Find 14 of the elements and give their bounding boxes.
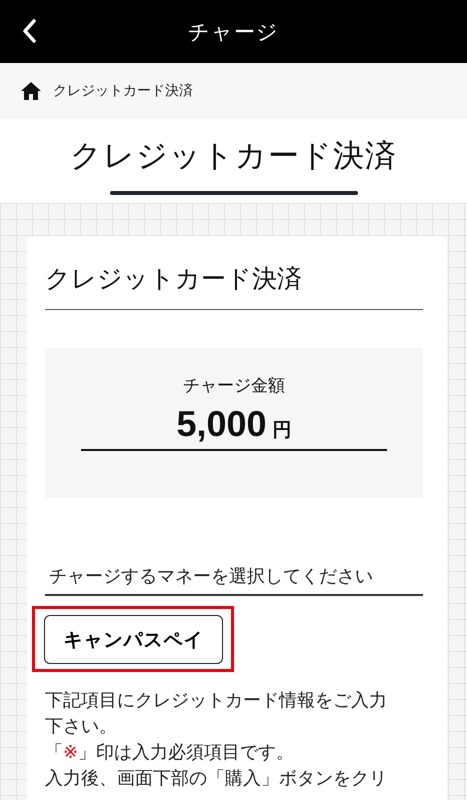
card-title: クレジットカード決済	[45, 258, 423, 310]
home-icon	[21, 82, 41, 100]
chevron-left-icon	[22, 19, 36, 43]
instruction-text: 「※」印は入力必須項目です。	[45, 741, 296, 765]
instruction-text: 入力後、画面下部の「購入」ボタンをクリ	[45, 767, 388, 791]
money-option-button[interactable]: キャンパスペイ	[44, 615, 223, 664]
amount-label: チャージ金額	[183, 375, 285, 397]
header-title: チャージ	[188, 18, 279, 46]
money-select-label: チャージするマネーを選択してください	[45, 564, 423, 596]
page-title: クレジットカード決済	[70, 137, 397, 176]
instruction-text: 下記項目にクレジットカード情報をご入力下さい。	[45, 689, 388, 739]
amount-value: 5,000	[176, 403, 267, 445]
breadcrumb-link[interactable]: クレジットカード決済	[53, 82, 193, 100]
amount-unit: 円	[272, 418, 292, 443]
